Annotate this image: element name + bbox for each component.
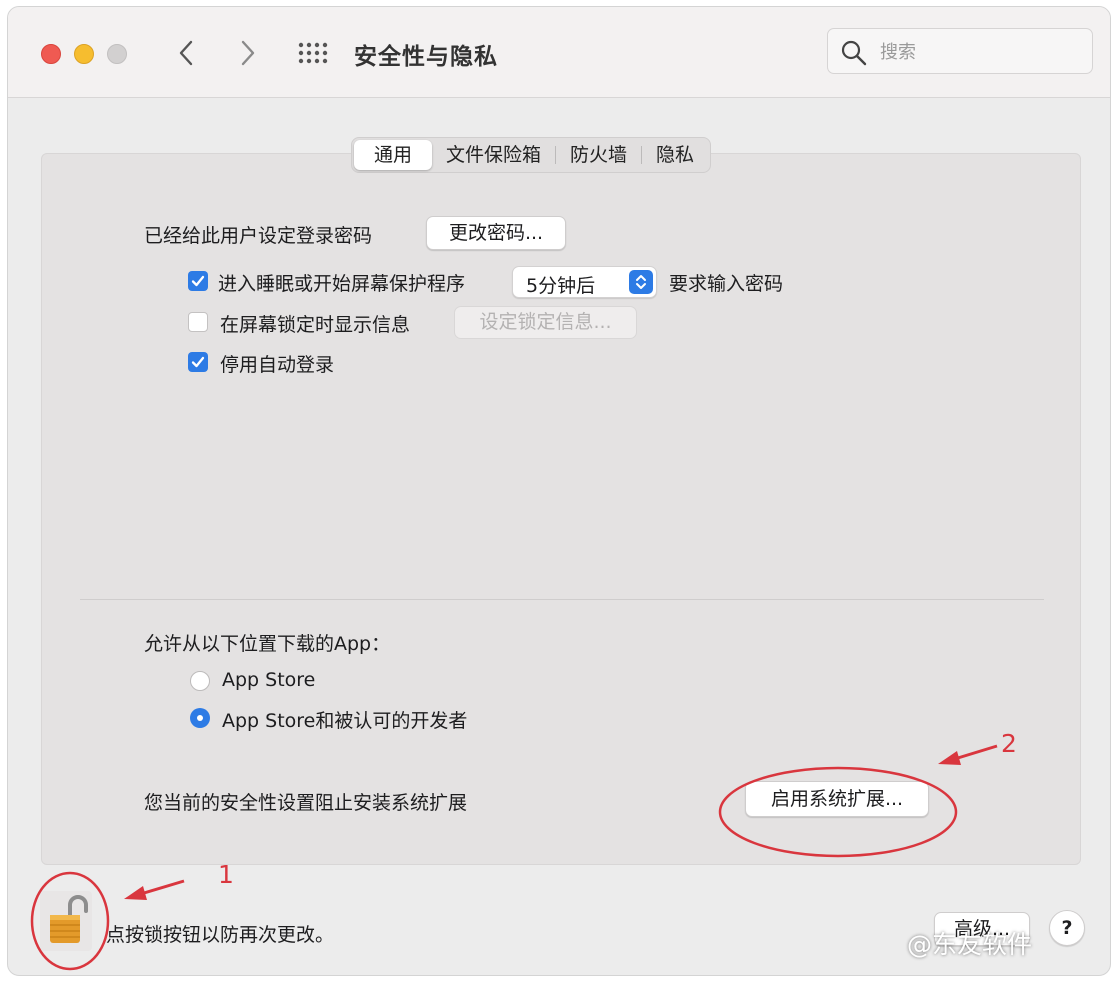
unlocked-padlock-icon [50,895,88,943]
extensions-message: 您当前的安全性设置阻止安装系统扩展 [144,792,468,814]
password-delay-select[interactable]: 5分钟后 [512,266,657,298]
chevron-left-icon [179,40,193,66]
radio-app-store-label: App Store [222,669,316,691]
change-password-button[interactable]: 更改密码... [426,216,566,250]
forward-button[interactable] [232,35,262,71]
radio-app-store[interactable] [190,671,210,691]
grid-icon [298,42,328,64]
set-lock-message-button[interactable]: 设定锁定信息... [454,306,637,339]
watermark-text: @东友软件 [907,930,1033,959]
disable-auto-login-checkbox[interactable] [188,352,208,372]
tab-bar: 通用 文件保险箱 防火墙 隐私 [351,137,712,173]
enable-system-extensions-button[interactable]: 启用系统扩展... [745,781,929,817]
search-field[interactable] [827,28,1093,74]
disable-auto-login-label: 停用自动登录 [220,354,335,376]
search-icon [841,40,867,66]
chevron-right-icon [241,40,255,66]
require-password-label: 进入睡眠或开始屏幕保护程序 [218,273,466,295]
checkmark-icon [191,275,205,287]
stepper-arrows-icon [629,270,653,294]
radio-app-store-developers[interactable] [190,708,210,728]
checkmark-icon [191,356,205,368]
tab-privacy[interactable]: 隐私 [642,140,708,170]
search-input[interactable] [878,38,1082,66]
downloads-heading: 允许从以下位置下载的App： [144,633,391,655]
password-delay-value: 5分钟后 [526,275,596,297]
arrow-1-icon [124,879,185,900]
lock-message-checkbox[interactable] [188,312,208,332]
annotation-marker-1: 1 [218,860,234,889]
lock-message-label: 在屏幕锁定时显示信息 [220,314,411,336]
require-password-checkbox[interactable] [188,271,208,291]
help-button[interactable]: ? [1049,910,1085,946]
section-divider [80,599,1044,600]
radio-app-store-developers-label: App Store和被认可的开发者 [222,710,468,732]
lock-hint-text: 点按锁按钮以防再次更改。 [106,924,335,946]
tab-firewall[interactable]: 防火墙 [556,140,641,170]
lock-button[interactable] [40,891,92,951]
zoom-button[interactable] [107,44,127,64]
password-set-label: 已经给此用户设定登录密码 [144,225,373,247]
back-button[interactable] [172,35,202,71]
show-all-button[interactable] [298,42,328,64]
tab-general[interactable]: 通用 [354,140,433,170]
general-panel [41,153,1081,865]
minimize-button[interactable] [74,44,94,64]
tab-filevault[interactable]: 文件保险箱 [432,140,555,170]
close-button[interactable] [41,44,61,64]
require-password-suffix: 要求输入密码 [669,273,784,295]
preferences-window: 安全性与隐私 通用 文件保险箱 防火墙 隐私 已经给此用户设定登录密码 更改密码… [7,6,1111,976]
annotation-marker-2: 2 [1001,729,1017,758]
title-bar: 安全性与隐私 [8,7,1110,98]
window-title: 安全性与隐私 [354,44,498,70]
